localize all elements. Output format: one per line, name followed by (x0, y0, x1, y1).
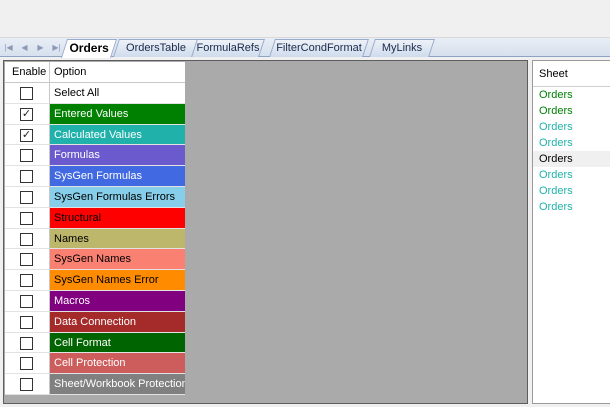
option-column-header[interactable]: Option (50, 62, 185, 82)
tab-label: MyLinks (381, 42, 423, 54)
enable-checkbox[interactable]: ✓ (20, 128, 33, 142)
option-row[interactable]: SysGen Formulas Errors (5, 186, 185, 208)
option-row[interactable]: Cell Format (5, 332, 185, 354)
enable-cell (5, 374, 50, 395)
option-row[interactable]: Formulas (5, 145, 185, 167)
enable-checkbox[interactable] (20, 211, 33, 225)
prev-sheet-nav-icon[interactable]: ◀ (19, 41, 30, 54)
toolbar-area (0, 0, 610, 38)
enable-cell: ✓ (5, 124, 50, 146)
enable-cell (5, 332, 50, 354)
option-label: SysGen Formulas (50, 166, 185, 187)
option-label: Names (50, 228, 185, 250)
sheet-list-item[interactable]: Orders (533, 135, 610, 151)
sheet-list-panel: Sheet Orders Orders Orders Orders Orders Orde… (532, 60, 610, 404)
enable-cell (5, 290, 50, 312)
option-label: Data Connection (50, 311, 185, 333)
option-label: SysGen Names (50, 249, 185, 271)
sheet-list-item[interactable]: Orders (533, 103, 610, 119)
enable-checkbox[interactable] (20, 190, 33, 204)
enable-column-header[interactable]: Enable (5, 62, 50, 82)
option-row[interactable]: Structural (5, 207, 185, 229)
sheet-tab-bar: |◀ ◀ ▶ ▶| OrdersTable FormulaRefs Filter… (0, 38, 610, 58)
options-grid: Enable Option Select All ✓ Entered Values ✓… (5, 62, 185, 395)
sheet-list-item[interactable]: Orders (533, 119, 610, 135)
enable-cell (5, 270, 50, 291)
tab-label: OrdersTable (126, 42, 186, 54)
enable-cell (5, 311, 50, 333)
last-sheet-nav-icon[interactable]: ▶| (51, 41, 62, 54)
option-row[interactable]: SysGen Formulas (5, 166, 185, 187)
sheet-list-item[interactable]: Orders (533, 199, 610, 215)
option-label: SysGen Names Error (50, 270, 185, 291)
option-label: Formulas (50, 145, 185, 167)
enable-cell (5, 145, 50, 167)
enable-checkbox[interactable] (20, 170, 33, 184)
enable-checkbox[interactable] (20, 87, 33, 100)
option-row[interactable]: ✓ Entered Values (5, 103, 185, 125)
enable-checkbox[interactable]: ✓ (20, 107, 33, 121)
tab-formularefs[interactable]: FormulaRefs (191, 39, 265, 57)
option-row[interactable]: Macros (5, 290, 185, 312)
enable-checkbox[interactable] (20, 294, 33, 308)
options-panel: Enable Option Select All ✓ Entered Values ✓… (3, 60, 528, 404)
option-row[interactable]: SysGen Names Error (5, 270, 185, 291)
enable-cell (5, 228, 50, 250)
option-row[interactable]: Select All (5, 83, 185, 104)
tab-orders[interactable]: Orders (60, 39, 118, 58)
sheet-list-item[interactable]: Orders (533, 167, 610, 183)
sheet-column-header[interactable]: Sheet (533, 61, 610, 87)
first-sheet-nav-icon[interactable]: |◀ (3, 41, 14, 54)
enable-checkbox[interactable] (20, 357, 33, 371)
option-row[interactable]: Data Connection (5, 311, 185, 333)
enable-checkbox[interactable] (20, 336, 33, 350)
option-label: Sheet/Workbook Protection (50, 374, 185, 395)
enable-checkbox[interactable] (20, 274, 33, 288)
enable-checkbox[interactable] (20, 378, 33, 392)
grid-header: Enable Option (5, 62, 185, 83)
enable-checkbox[interactable] (20, 232, 33, 246)
sheet-list-item[interactable]: Orders (533, 151, 610, 167)
enable-checkbox[interactable] (20, 315, 33, 329)
enable-checkbox[interactable] (20, 253, 33, 267)
sheet-list-item[interactable]: Orders (533, 183, 610, 199)
enable-cell (5, 353, 50, 375)
sheet-list-item[interactable]: Orders (533, 87, 610, 103)
option-row[interactable]: Names (5, 228, 185, 250)
enable-cell (5, 166, 50, 187)
tab-label: FilterCondFormat (276, 42, 362, 54)
option-label: Entered Values (50, 103, 185, 125)
option-label: Calculated Values (50, 124, 185, 146)
next-sheet-nav-icon[interactable]: ▶ (35, 41, 46, 54)
tab-mylinks[interactable]: MyLinks (369, 39, 435, 57)
tab-filtercondformat[interactable]: FilterCondFormat (269, 39, 369, 57)
enable-cell (5, 249, 50, 271)
tab-label: FormulaRefs (196, 42, 260, 54)
enable-cell (5, 83, 50, 104)
tab-label: Orders (69, 41, 109, 55)
enable-checkbox[interactable] (20, 149, 33, 163)
enable-cell: ✓ (5, 103, 50, 125)
option-label: SysGen Formulas Errors (50, 186, 185, 208)
option-label: Cell Protection (50, 353, 185, 375)
option-label: Select All (50, 83, 185, 104)
option-row[interactable]: Cell Protection (5, 353, 185, 375)
option-row[interactable]: SysGen Names (5, 249, 185, 271)
tab-orderstable[interactable]: OrdersTable (113, 39, 199, 57)
option-label: Structural (50, 207, 185, 229)
option-label: Macros (50, 290, 185, 312)
option-label: Cell Format (50, 332, 185, 354)
option-row[interactable]: Sheet/Workbook Protection (5, 374, 185, 395)
enable-cell (5, 207, 50, 229)
enable-cell (5, 186, 50, 208)
option-row[interactable]: ✓ Calculated Values (5, 124, 185, 146)
